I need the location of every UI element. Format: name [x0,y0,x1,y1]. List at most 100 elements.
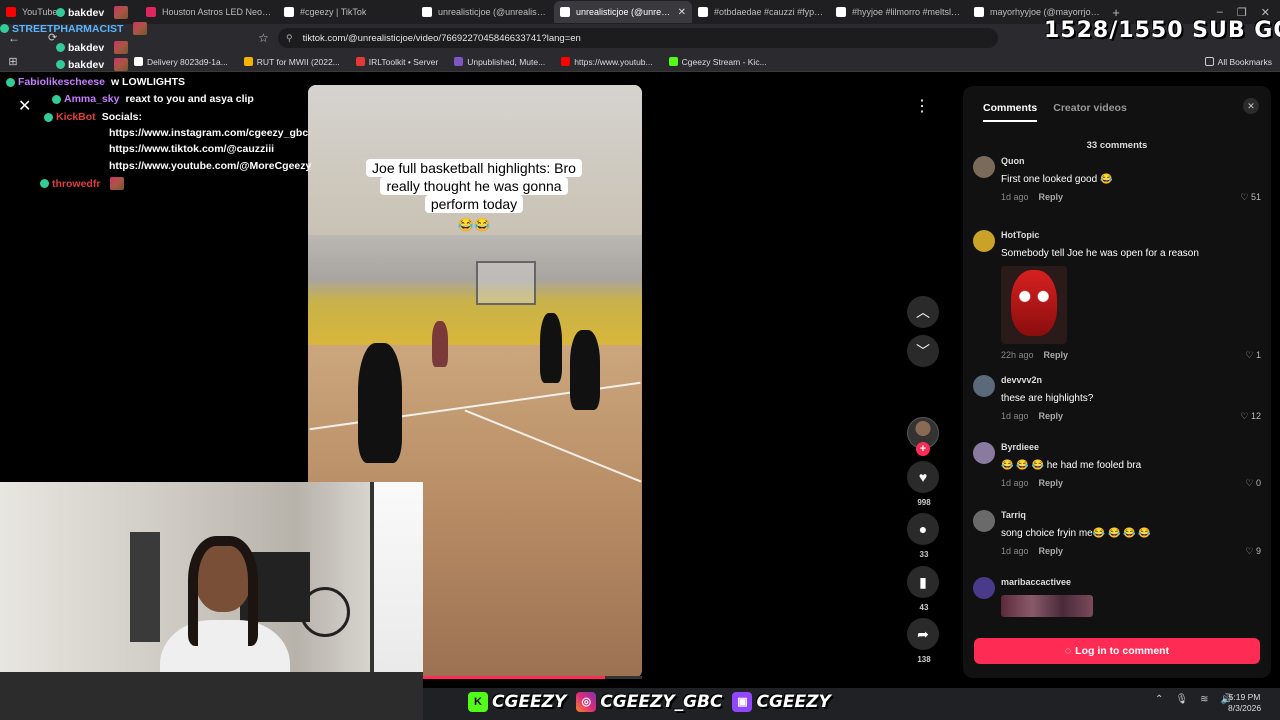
reply-button[interactable]: Reply [1039,411,1064,421]
kick-icon: K [468,692,488,712]
caption-emoji: 😂😂 [457,217,491,232]
close-window-icon[interactable]: ✕ [1261,6,1270,19]
like-button[interactable]: ♥ [907,461,939,493]
folder-icon [1204,57,1214,66]
comment-count: 33 [919,550,929,559]
site-info-icon[interactable]: ⚲ [286,33,293,44]
browser-tab[interactable]: #cgeezy | TikTok [278,1,416,23]
bookmark-item[interactable]: IRLToolkit • Server [355,57,438,67]
browser-tab[interactable]: unrealisticjoe (@unrealisticjoe) [416,1,554,23]
close-icon[interactable]: ✕ [18,96,31,116]
chat-message: bakdev [56,6,129,19]
bookmark-favicon-icon [668,57,678,66]
browser-tab[interactable]: Houston Astros LED Neon Light [140,1,278,23]
tab-favicon-icon [560,7,570,17]
bookmark-item[interactable]: RUT for MWII (2022... [243,57,340,67]
commenter-name[interactable]: maribaccactivee [1001,577,1071,587]
heart-outline-icon: ♡ [1245,546,1254,556]
bookmark-list: Delivery 8023d9-1a... RUT for MWII (2022.… [134,57,783,67]
comment-bubble-icon: ● [918,521,928,537]
comment-like-button[interactable]: ♡ 9 [1245,546,1261,557]
commenter-name[interactable]: devvvv2n [1001,375,1042,385]
commenter-avatar[interactable] [973,375,995,397]
commenter-avatar[interactable] [973,230,995,252]
commenter-name[interactable]: Byrdieee [1001,442,1039,452]
tab-title: #otbdaedae #cauzzi #fyp @Ca [714,7,824,17]
bookmark-favicon-icon [454,57,464,66]
like-count: 998 [917,498,931,507]
browser-tab[interactable]: #otbdaedae #cauzzi #fyp @Ca [692,1,830,23]
url-field[interactable]: ⚲ tiktok.com/@unrealisticjoe/video/76692… [278,28,998,48]
reply-button[interactable]: Reply [1039,478,1064,488]
comment-like-button[interactable]: ♡ 12 [1240,411,1261,422]
comment-time: 1d ago [1001,478,1029,488]
commenter-avatar[interactable] [973,156,995,178]
browser-tab[interactable]: #hyyjoe #lilmorro #meltslive [830,1,968,23]
log-in-to-comment-button[interactable]: ◌ Log in to comment [974,638,1260,664]
next-video-button[interactable]: ﹀ [907,335,939,367]
save-button[interactable]: ▮ [907,566,939,598]
bookmark-item[interactable]: Delivery 8023d9-1a... [134,57,228,67]
reply-button[interactable]: Reply [1039,546,1064,556]
microphone-icon[interactable]: 🎙 [1175,694,1188,705]
bookmark-item[interactable]: Cgeezy Stream - Kic... [668,57,767,67]
video-progress-bar[interactable] [423,676,642,679]
heart-outline-icon: ♡ [1240,192,1249,202]
video-progress-fill [423,676,605,679]
commenter-name[interactable]: Tarriq [1001,510,1026,520]
follow-plus-icon[interactable]: + [916,442,930,456]
webcam-desk [0,672,423,720]
video-gym-wall [308,235,642,345]
streamer-hair [188,536,258,646]
chat-emote-icon [114,6,129,19]
login-label: Log in to comment [1075,645,1170,657]
chat-username: Amma_sky [64,93,120,105]
commenter-avatar[interactable] [973,577,995,599]
browser-tab[interactable]: unrealisticjoe (@unrealisticjoe)✕ [554,1,692,23]
commenter-name[interactable]: HotTopic [1001,230,1039,240]
comment-like-button[interactable]: ♡ 0 [1245,478,1261,489]
tab-favicon-icon [146,7,156,17]
comment-button[interactable]: ● [907,513,939,545]
tab-creator-videos[interactable]: Creator videos [1053,102,1127,122]
maximize-icon[interactable]: ❐ [1237,6,1247,19]
wifi-icon[interactable]: ≋ [1200,694,1208,705]
tab-favicon-icon [6,7,16,17]
heart-icon: ♥ [918,469,928,485]
chat-badge-icon [56,60,65,69]
comment-like-button[interactable]: ♡ 1 [1245,350,1261,361]
share-button[interactable]: ➦ [907,618,939,650]
player-figure [570,330,600,410]
all-bookmarks-link[interactable]: All Bookmarks [1204,56,1272,67]
commenter-avatar[interactable] [973,442,995,464]
comment-like-button[interactable]: ♡ 51 [1240,192,1261,203]
chat-badge-icon [0,24,9,33]
previous-video-button[interactable]: ︿ [907,296,939,328]
taskbar-clock[interactable]: 5:19 PM 8/3/2026 [1228,692,1261,714]
chat-message: https://www.tiktok.com/@cauzziii [109,143,274,155]
streamer-webcam [0,482,423,720]
bookmark-item[interactable]: https://www.youtub... [561,57,653,67]
chat-badge-icon [44,112,53,122]
bookmark-item[interactable]: Unpublished, Mute... [454,57,545,67]
reply-button[interactable]: Reply [1044,350,1069,360]
instagram-handle: CGEEZY_GBC [600,692,723,712]
chevron-up-icon: ︿ [916,304,930,320]
comments-panel: Comments Creator videos ✕ 33 comments Qu… [963,86,1271,678]
commenter-avatar[interactable] [973,510,995,532]
comment-meta: 1d ago Reply [1001,478,1063,488]
tab-comments[interactable]: Comments [983,102,1038,122]
reply-button[interactable]: Reply [1039,192,1064,202]
all-bookmarks-label: All Bookmarks [1217,56,1272,67]
minimize-icon[interactable]: – [1217,6,1223,19]
close-icon[interactable]: ✕ [1243,98,1259,114]
comments-tabs: Comments Creator videos [983,102,1127,122]
close-tab-icon[interactable]: ✕ [674,7,686,18]
chevron-up-icon[interactable]: ⌃ [1155,694,1163,705]
tab-title: Houston Astros LED Neon Light [162,7,272,17]
more-options-icon[interactable]: ⋮ [912,97,932,117]
bookmark-star-icon[interactable]: ☆ [258,31,269,45]
chat-text: reaxt to you and asya clip [125,93,254,105]
apps-grid-icon[interactable]: ⊞ [0,55,26,68]
commenter-name[interactable]: Quon [1001,156,1025,166]
